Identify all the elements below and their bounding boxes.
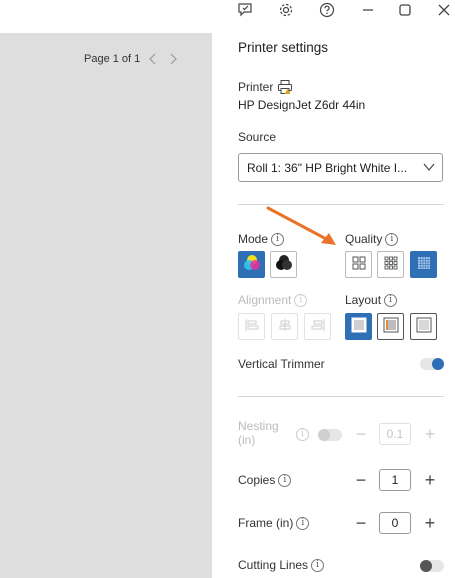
align-right-button [304, 313, 331, 340]
nesting-info-icon: i [296, 428, 309, 441]
color-mode-icon [242, 253, 262, 276]
source-value: Roll 1: 36" HP Bright White I... [247, 160, 408, 175]
quality-normal-button[interactable] [377, 251, 404, 278]
print-preview-area [0, 33, 212, 578]
quality-fast-icon [351, 255, 367, 274]
frame-increment-button[interactable]: + [422, 513, 438, 533]
maximize-icon[interactable] [395, 0, 415, 20]
layout-fit-icon [415, 316, 433, 337]
layout-label: Layout [345, 293, 382, 307]
annotation-arrow [266, 206, 336, 245]
cutting-lines-label-row: Cutting Lines i [238, 558, 325, 572]
layout-full-icon [350, 316, 368, 337]
copies-info-icon[interactable]: i [278, 473, 292, 487]
alignment-info-icon: i [294, 294, 308, 308]
source-label: Source [238, 130, 277, 144]
align-right-icon [310, 317, 326, 336]
toggle-knob [318, 429, 330, 441]
printer-name: HP DesignJet Z6dr 44in [238, 98, 366, 112]
copies-label-row: Copies i [238, 473, 292, 487]
minimize-icon[interactable] [358, 0, 378, 20]
layout-label-row: Layout i [345, 293, 398, 308]
quality-best-button[interactable] [410, 251, 437, 278]
alignment-label: Alignment [238, 293, 292, 307]
quality-info-icon[interactable]: i [385, 233, 399, 247]
page-indicator: Page 1 of 1 [84, 53, 141, 65]
align-center-button [271, 313, 298, 340]
align-left-icon [244, 317, 260, 336]
layout-margins-button[interactable] [377, 313, 404, 340]
layout-margins-icon [382, 316, 400, 337]
printer-label-row: Printer [238, 79, 293, 95]
nesting-label-line1: Nesting [238, 419, 279, 433]
nesting-decrement-button: − [355, 423, 367, 444]
copies-input[interactable]: 1 [379, 469, 411, 491]
printer-label: Printer [238, 80, 274, 94]
align-center-icon [277, 317, 293, 336]
cutting-lines-info-icon[interactable]: i [311, 558, 325, 572]
nesting-toggle [318, 429, 342, 441]
nesting-label-line2: (in) [238, 433, 256, 447]
align-left-button [238, 313, 265, 340]
frame-info-icon[interactable]: i [296, 516, 310, 530]
cutting-lines-toggle[interactable] [420, 560, 444, 572]
toggle-knob [420, 560, 432, 572]
layout-full-button[interactable] [345, 313, 372, 340]
quality-normal-icon [383, 255, 399, 274]
chevron-down-icon [422, 160, 436, 177]
feedback-icon[interactable] [235, 0, 255, 20]
layout-fit-button[interactable] [410, 313, 437, 340]
vertical-trimmer-toggle[interactable] [420, 358, 444, 370]
vertical-trimmer-label: Vertical Trimmer [238, 357, 325, 371]
close-icon[interactable] [434, 0, 454, 20]
grayscale-mode-icon [274, 253, 294, 276]
next-page-button[interactable] [166, 51, 180, 67]
quality-best-icon [416, 255, 432, 274]
copies-label: Copies [238, 473, 276, 487]
copies-decrement-button[interactable]: − [353, 470, 369, 490]
previous-page-button[interactable] [146, 51, 160, 67]
mode-grayscale-button[interactable] [270, 251, 297, 278]
cutting-lines-label: Cutting Lines [238, 558, 309, 572]
quality-fast-button[interactable] [345, 251, 372, 278]
toggle-knob [432, 358, 444, 370]
alignment-label-row: Alignment i [238, 293, 308, 308]
nesting-value: 0.1 [379, 423, 411, 445]
frame-label: Frame (in) [238, 516, 294, 530]
help-icon[interactable] [317, 0, 337, 20]
quality-label: Quality [345, 232, 383, 246]
frame-input[interactable]: 0 [379, 512, 411, 534]
gear-icon[interactable] [276, 0, 296, 20]
nesting-increment-button: + [424, 423, 436, 444]
mode-color-button[interactable] [238, 251, 265, 278]
nesting-label: Nesting (in) [238, 419, 279, 447]
divider [238, 396, 444, 397]
quality-label-row: Quality i [345, 232, 399, 247]
frame-label-row: Frame (in) i [238, 516, 310, 530]
panel-title: Printer settings [238, 40, 329, 55]
title-bar [232, 0, 455, 20]
page-navigator: Page 1 of 1 [84, 51, 180, 67]
layout-info-icon[interactable]: i [384, 294, 398, 308]
source-dropdown[interactable]: Roll 1: 36" HP Bright White I... [238, 153, 443, 182]
frame-decrement-button[interactable]: − [353, 513, 369, 533]
printer-icon [277, 79, 293, 95]
copies-increment-button[interactable]: + [422, 470, 438, 490]
